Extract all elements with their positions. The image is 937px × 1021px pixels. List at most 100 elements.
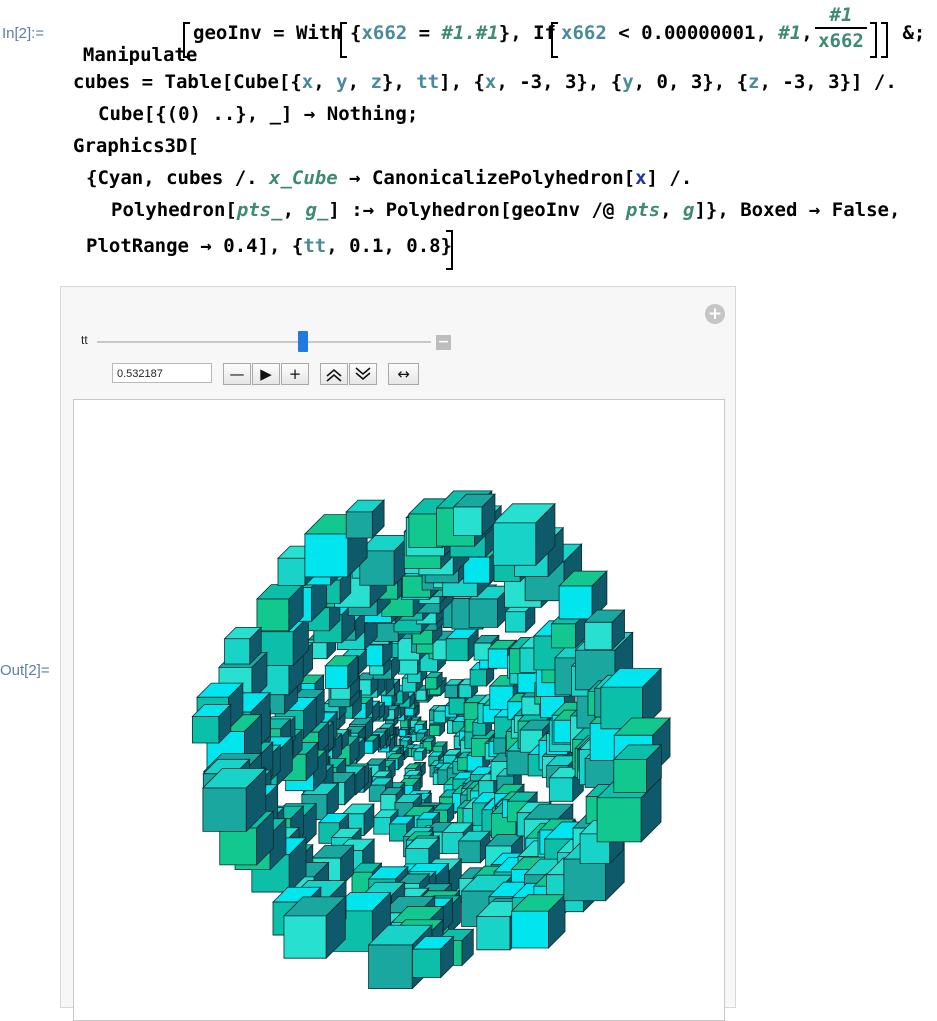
fraction: #1 x662 bbox=[815, 4, 867, 52]
code-line-1[interactable]: Manipulate bbox=[60, 22, 197, 66]
code-line-5[interactable]: {Cyan, cubes /. x_Cube → CanonicalizePol… bbox=[86, 167, 692, 189]
plus-circle-icon[interactable]: + bbox=[705, 304, 725, 324]
plus-icon: + bbox=[288, 365, 302, 383]
equals-sign: = bbox=[261, 22, 296, 44]
pts-symbol: pts bbox=[625, 199, 661, 221]
x662-var-2: x662 bbox=[561, 22, 607, 44]
fraction-numerator: #1 bbox=[829, 4, 853, 26]
cubes-table: cubes = Table[Cube[{ bbox=[73, 71, 302, 93]
sep-1: , bbox=[313, 71, 337, 93]
cube-shape bbox=[612, 743, 663, 794]
value-input[interactable]: 0.532187 bbox=[112, 363, 212, 383]
boxed-option: ]}, Boxed → False, bbox=[694, 199, 901, 221]
cube-shape bbox=[424, 671, 444, 691]
code-line-6[interactable]: Polyhedron[pts_, g_] :→ Polyhedron[geoIn… bbox=[111, 199, 900, 221]
sep-2: , bbox=[347, 71, 371, 93]
slider-thumb[interactable] bbox=[298, 331, 309, 352]
cube-shape bbox=[191, 703, 232, 744]
output-label: Out[2]= bbox=[0, 662, 50, 679]
code-line-1-body[interactable]: geoInv = With bbox=[193, 22, 342, 44]
manipulate-open-bracket bbox=[183, 22, 190, 58]
cube-inversion-graphic bbox=[191, 489, 671, 990]
canonicalize-call: → CanonicalizePolyhedron[ bbox=[337, 167, 636, 189]
cube-shape bbox=[413, 746, 428, 762]
code-line-3[interactable]: Cube[{(0) ..}, _] → Nothing; bbox=[98, 103, 418, 125]
cyan-cubes: {Cyan, cubes /. bbox=[86, 167, 270, 189]
code-line-1-with[interactable]: {x662 = #1.#1}, If bbox=[350, 22, 556, 44]
sep-6: , 0, 3}, { bbox=[633, 71, 749, 93]
geoinv-symbol: geoInv bbox=[193, 22, 262, 44]
z-var: z bbox=[370, 71, 382, 93]
fraction-denominator: x662 bbox=[818, 30, 864, 52]
y-var: y bbox=[336, 71, 348, 93]
play-button[interactable]: ▶ bbox=[252, 363, 280, 385]
step-down-button[interactable]: — bbox=[223, 363, 251, 385]
cube-shape bbox=[324, 654, 359, 690]
double-arrow-icon: ↔ bbox=[397, 365, 410, 383]
x-symbol: x bbox=[635, 167, 647, 189]
graphics3d-output[interactable] bbox=[73, 399, 725, 1021]
slot-expression: #1.#1 bbox=[441, 22, 499, 44]
x-var: x bbox=[301, 71, 314, 93]
faster-button[interactable] bbox=[320, 363, 348, 385]
sep-5: , -3, 3}, { bbox=[496, 71, 623, 93]
x662-var: x662 bbox=[361, 22, 408, 44]
step-up-button[interactable]: + bbox=[281, 363, 309, 385]
tt-var: tt bbox=[416, 71, 440, 93]
cube-shape bbox=[583, 608, 626, 651]
g-pattern: g_ bbox=[305, 199, 329, 221]
code-line-1-if[interactable]: x662 < 0.00000001, #1, bbox=[561, 22, 813, 44]
sep-4: ], { bbox=[439, 71, 485, 93]
cube-shape bbox=[452, 493, 496, 537]
cube-shape bbox=[411, 935, 455, 979]
slower-button[interactable] bbox=[349, 363, 377, 385]
sep-7: , -3, 3}] /. bbox=[759, 71, 897, 93]
g-symbol: g bbox=[683, 199, 695, 221]
with-open-bracket bbox=[340, 22, 347, 58]
cube-shape bbox=[445, 627, 480, 662]
play-icon: ▶ bbox=[260, 365, 272, 383]
fraction-bar bbox=[815, 27, 867, 29]
comma: , bbox=[801, 22, 813, 44]
double-chevron-up-icon bbox=[326, 368, 342, 382]
polyhedron-rhs: ] :→ Polyhedron[geoInv /@ bbox=[328, 199, 626, 221]
y-var-2: y bbox=[622, 71, 634, 93]
equals-sign-2: = bbox=[407, 22, 442, 44]
code-line-1-tail: &; bbox=[891, 22, 926, 44]
code-line-7[interactable]: PlotRange → 0.4], {tt, 0.1, 0.8} bbox=[86, 235, 452, 257]
slider-variable-label: tt bbox=[81, 333, 88, 347]
cube-shape bbox=[255, 583, 305, 632]
collapse-controls-icon[interactable]: − bbox=[436, 335, 451, 350]
polyhedron-head: Polyhedron[ bbox=[111, 199, 237, 221]
slider-track[interactable] bbox=[97, 341, 431, 343]
cube-shape bbox=[223, 626, 263, 665]
plotrange-option: PlotRange → 0.4], { bbox=[86, 235, 304, 257]
less-than-threshold: < 0.00000001, bbox=[606, 22, 779, 44]
sep-a: , bbox=[282, 199, 306, 221]
double-chevron-down-icon bbox=[355, 367, 371, 381]
code-line-4[interactable]: Graphics3D[ bbox=[73, 135, 199, 157]
minus-icon: — bbox=[229, 365, 245, 383]
manipulate-close-bracket bbox=[446, 230, 453, 270]
tt-var-2: tt bbox=[303, 235, 327, 257]
sep-3: }, bbox=[381, 71, 417, 93]
manipulate-keyword: Manipulate bbox=[82, 44, 198, 66]
tt-range: , 0.1, 0.8} bbox=[326, 235, 453, 257]
if-close-bracket bbox=[870, 22, 877, 58]
if-open-bracket bbox=[551, 22, 558, 58]
replace-op: ] /. bbox=[646, 167, 693, 189]
with-close-bracket bbox=[881, 22, 888, 58]
with-keyword: With bbox=[295, 22, 342, 44]
z-var-2: z bbox=[748, 71, 760, 93]
brace-close: }, bbox=[498, 22, 534, 44]
x-var-2: x bbox=[484, 71, 497, 93]
direction-button[interactable]: ↔ bbox=[388, 363, 419, 385]
slot-symbol: #1 bbox=[778, 22, 802, 44]
cube-shape bbox=[510, 893, 566, 949]
brace-open: { bbox=[350, 22, 362, 44]
sep-b: , bbox=[660, 199, 684, 221]
manipulate-panel: + tt − 0.532187 — ▶ + ↔ bbox=[60, 286, 736, 1021]
input-label: In[2]:= bbox=[2, 25, 45, 42]
x-cube-pattern: x_Cube bbox=[269, 167, 338, 189]
code-line-2[interactable]: cubes = Table[Cube[{x, y, z}, tt], {x, -… bbox=[73, 71, 897, 93]
